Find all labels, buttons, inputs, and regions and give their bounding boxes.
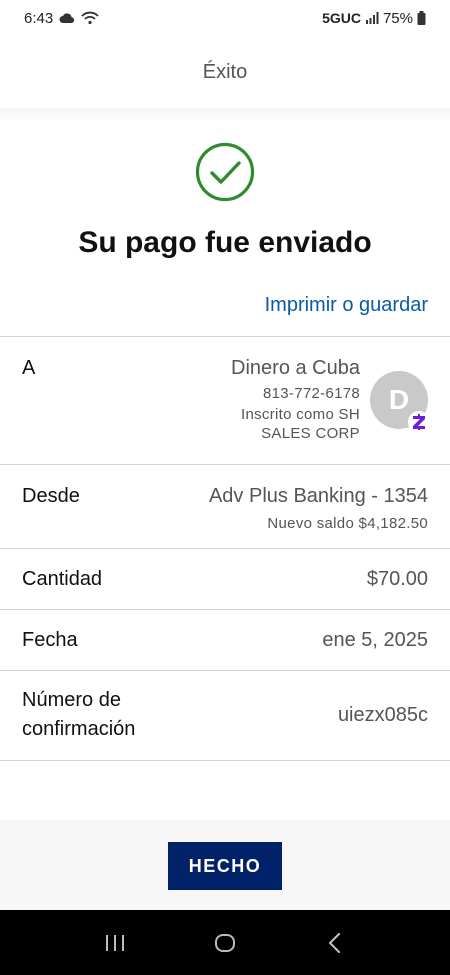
date-label: Fecha (22, 629, 78, 651)
status-time: 6:43 (24, 9, 54, 27)
wifi-icon (81, 11, 99, 25)
amount-label: Cantidad (22, 568, 103, 590)
system-nav-bar (0, 910, 450, 975)
confirmation-label-line2: confirmación (22, 718, 136, 740)
recipient-info: Dinero a Cuba 813-772-6178 Inscrito como… (231, 357, 360, 443)
recipient-enrolled-line1: Inscrito como SH (241, 406, 360, 423)
check-wrap (0, 142, 450, 207)
confirmation-number: uiezx085c (337, 704, 428, 726)
from-label: Desde (22, 485, 80, 507)
print-or-save-link[interactable]: Imprimir o guardar (265, 294, 428, 317)
from-account: Adv Plus Banking - 1354 (208, 485, 428, 507)
confirmation-label-line1: Número de (22, 689, 121, 711)
detail-row-confirmation: Número de confirmación uiezx085c (0, 671, 450, 761)
recent-apps-icon[interactable] (95, 923, 135, 963)
check-circle-icon (195, 142, 255, 207)
payment-details: A Dinero a Cuba 813-772-6178 Inscrito co… (0, 336, 450, 761)
success-headline: Su pago fue enviado (78, 226, 372, 259)
recipient-enrolled-line2: SALES CORP (261, 425, 360, 442)
back-icon[interactable] (315, 923, 355, 963)
home-icon[interactable] (205, 923, 245, 963)
detail-row-date: Fecha ene 5, 2025 (0, 610, 450, 671)
bottom-action-area: HECHO (0, 820, 450, 910)
done-button[interactable]: HECHO (168, 842, 282, 890)
zelle-icon (408, 411, 430, 433)
top-bar: Éxito (0, 36, 450, 108)
to-label: A (22, 357, 36, 379)
detail-row-amount: Cantidad $70.00 (0, 549, 450, 610)
amount-value: $70.00 (366, 568, 428, 590)
status-bar: 6:43 5GUC 75% (0, 0, 450, 36)
avatar-initial: D (388, 384, 410, 415)
network-type: 5GUC (322, 10, 361, 26)
battery-icon (417, 11, 426, 25)
cloud-icon (59, 12, 75, 24)
battery-level: 75% (382, 9, 413, 27)
recipient-name: Dinero a Cuba (231, 357, 360, 379)
new-balance: Nuevo saldo $4,182.50 (267, 515, 428, 532)
signal-icon (365, 12, 379, 24)
status-right: 5GUC 75% (322, 10, 426, 27)
status-left: 6:43 (24, 10, 99, 27)
detail-row-to: A Dinero a Cuba 813-772-6178 Inscrito co… (0, 337, 450, 465)
page-title: Éxito (202, 60, 248, 83)
detail-row-from: Desde Adv Plus Banking - 1354 Nuevo sald… (0, 465, 450, 549)
success-section: Su pago fue enviado Imprimir o guardar (0, 108, 450, 336)
date-value: ene 5, 2025 (322, 629, 428, 651)
recipient-phone: 813-772-6178 (262, 385, 360, 402)
